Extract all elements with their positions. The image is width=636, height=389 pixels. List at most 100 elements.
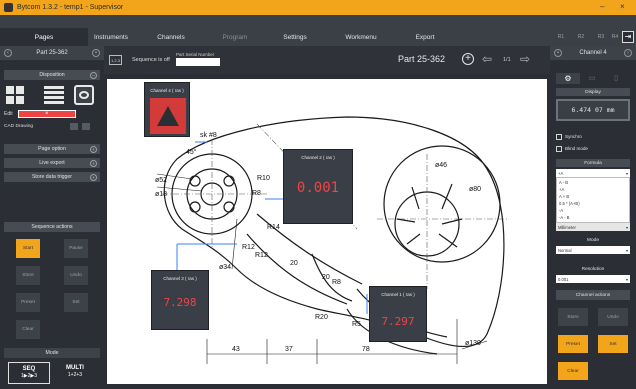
preset-button[interactable]: Preset bbox=[16, 293, 40, 312]
left-panel: ‹ Part 25-362 • Disposition – Edit × CAD… bbox=[0, 46, 104, 389]
menu-r2[interactable]: R2 bbox=[574, 28, 588, 46]
channel-store-button[interactable]: Store bbox=[558, 308, 588, 326]
formula-options-list[interactable]: A - B +A A + B 0.5 * (A+B) -A -A - B bbox=[556, 177, 630, 223]
pause-button[interactable]: Pause bbox=[64, 239, 88, 258]
dim-r8a: R8 bbox=[252, 190, 261, 197]
channel-clear-button[interactable]: Clear bbox=[558, 362, 588, 380]
unit-select[interactable]: Millimeter ▾ bbox=[556, 223, 630, 231]
layout-grid-icon[interactable] bbox=[6, 86, 24, 104]
sequence-icon[interactable]: 1,2,3 bbox=[109, 55, 122, 65]
menu-pages[interactable]: Pages bbox=[0, 28, 88, 46]
channel-3-name: Channel 3 ( ras ) bbox=[163, 276, 197, 281]
part-title: Part 25-362 bbox=[398, 54, 446, 64]
next-page-icon[interactable]: ⇨ bbox=[520, 52, 530, 66]
start-button[interactable]: Start bbox=[16, 239, 40, 258]
menu-r4[interactable]: R4 bbox=[609, 28, 621, 46]
cad-drawing[interactable]: sk #8 ø52 ø18 45° R10 R8 R14 R12 R12 ø34… bbox=[107, 79, 547, 384]
seq-mode-button[interactable]: SEQ 1▶2▶3 bbox=[8, 362, 50, 384]
store-button[interactable]: Store bbox=[16, 266, 40, 285]
channel-tabs: ⚙ ▭ ▯ bbox=[556, 73, 630, 84]
cad-drawing-label: CAD Drawing bbox=[4, 124, 34, 129]
left-panel-title: Part 25-362 bbox=[36, 50, 68, 56]
channel-3-box[interactable]: Channel 3 ( ras ) 7.298 bbox=[151, 270, 209, 330]
edit-color-swatch[interactable]: × bbox=[18, 110, 76, 118]
resolution-select[interactable]: 0.001 ▾ bbox=[556, 275, 630, 283]
formula-option[interactable]: +A bbox=[559, 186, 627, 193]
mode-select[interactable]: Normal ▾ bbox=[556, 246, 630, 254]
channel-preset-button[interactable]: Preset bbox=[558, 335, 588, 353]
dim-d46: ø46 bbox=[435, 162, 447, 169]
channel-2-name: Channel 2 ( ras ) bbox=[301, 155, 335, 160]
channel-4-box[interactable]: Channel 4 ( ras ) bbox=[144, 82, 190, 137]
disposition-toggle-icon[interactable]: – bbox=[90, 71, 97, 79]
formula-label: Formula bbox=[556, 159, 630, 167]
display-value[interactable]: 6.474 07 mm bbox=[556, 99, 630, 121]
channel-set-button[interactable]: Set bbox=[598, 335, 628, 353]
main-menu: Pages Instruments Channels Program Setti… bbox=[0, 28, 636, 46]
collapse-left-icon[interactable]: ‹ bbox=[4, 49, 12, 57]
page-option-header[interactable]: Page option + bbox=[4, 144, 100, 154]
formula-option[interactable]: -A - B bbox=[559, 214, 627, 221]
formula-select[interactable]: +A ▾ bbox=[556, 169, 630, 177]
live-export-header[interactable]: Live export + bbox=[4, 158, 100, 168]
close-button[interactable]: × bbox=[620, 2, 625, 11]
channel-1-box[interactable]: Channel 1 ( ras ) 7.297 bbox=[369, 286, 427, 342]
blind-mode-checkbox[interactable] bbox=[556, 146, 562, 152]
menu-program[interactable]: Program bbox=[212, 28, 258, 46]
disposition-header[interactable]: Disposition – bbox=[4, 70, 100, 80]
undo-button[interactable]: Undo bbox=[64, 266, 88, 285]
unit-selected: Millimeter bbox=[558, 224, 576, 230]
unit-dropdown-icon: ▾ bbox=[625, 224, 628, 230]
resolution-label: Resolution bbox=[581, 267, 605, 272]
dim-r12b: R12 bbox=[255, 252, 268, 259]
left-panel-header: ‹ Part 25-362 • bbox=[0, 46, 104, 60]
clear-button[interactable]: Clear bbox=[16, 320, 40, 339]
menu-workmenu[interactable]: Workmenu bbox=[338, 28, 384, 46]
set-button[interactable]: Set bbox=[64, 293, 88, 312]
store-trigger-header[interactable]: Store data trigger + bbox=[4, 172, 100, 182]
menu-r3[interactable]: R3 bbox=[594, 28, 608, 46]
tab-document-icon[interactable]: ▯ bbox=[604, 73, 628, 84]
menu-r1[interactable]: R1 bbox=[554, 28, 568, 46]
menu-settings[interactable]: Settings bbox=[272, 28, 318, 46]
channel-undo-button[interactable]: Undo bbox=[598, 308, 628, 326]
tab-display-icon[interactable]: ▭ bbox=[580, 73, 604, 84]
formula-option[interactable]: A + B bbox=[559, 193, 627, 200]
synchro-checkbox[interactable] bbox=[556, 134, 562, 140]
channel-4-alert-icon bbox=[150, 98, 186, 134]
title-strip bbox=[0, 15, 636, 28]
store-trigger-label: Store data trigger bbox=[31, 174, 73, 180]
sequence-actions-header: Sequence actions bbox=[4, 222, 100, 232]
dim-d130: ø130 bbox=[465, 340, 481, 347]
dim-a45: 45° bbox=[186, 148, 197, 156]
layout-list-icon[interactable] bbox=[44, 86, 64, 104]
multi-mode-label: MULTI bbox=[66, 365, 84, 371]
menu-export[interactable]: Export bbox=[402, 28, 448, 46]
menu-channels[interactable]: Channels bbox=[148, 28, 194, 46]
minimize-button[interactable]: – bbox=[600, 2, 604, 11]
prev-page-icon[interactable]: ⇦ bbox=[482, 52, 492, 66]
cad-remove-button[interactable] bbox=[70, 123, 78, 130]
exit-icon[interactable]: ⇥ bbox=[622, 31, 634, 43]
left-settings-icon[interactable]: • bbox=[92, 49, 100, 57]
tab-settings-gear-icon[interactable]: ⚙ bbox=[556, 73, 580, 84]
formula-option[interactable]: A - B bbox=[559, 179, 627, 186]
blind-mode-label: Blind mode bbox=[565, 146, 588, 151]
live-export-toggle-icon[interactable]: + bbox=[90, 159, 97, 167]
menu-instruments[interactable]: Instruments bbox=[88, 28, 134, 46]
right-settings-icon[interactable]: • bbox=[554, 49, 562, 57]
add-page-icon[interactable]: + bbox=[462, 53, 474, 65]
cad-add-button[interactable] bbox=[82, 123, 90, 130]
page-option-toggle-icon[interactable]: + bbox=[90, 145, 97, 153]
channel-2-box[interactable]: Channel 2 ( ras ) 0.001 bbox=[283, 149, 353, 224]
serial-number-input[interactable] bbox=[176, 58, 220, 66]
formula-option[interactable]: 0.5 * (A+B) bbox=[559, 200, 627, 207]
multi-mode-button[interactable]: MULTI 1+2+3 bbox=[54, 362, 96, 384]
formula-option[interactable]: -A bbox=[559, 207, 627, 214]
channel-1-value: 7.297 bbox=[381, 315, 415, 328]
store-trigger-toggle-icon[interactable]: + bbox=[90, 173, 97, 181]
app-logo-icon bbox=[4, 3, 13, 12]
window-title: Bytcom 1.3.2 - temp1 - Supervisor bbox=[17, 4, 124, 11]
collapse-right-icon[interactable]: › bbox=[624, 49, 632, 57]
view-eye-icon[interactable] bbox=[74, 85, 94, 105]
